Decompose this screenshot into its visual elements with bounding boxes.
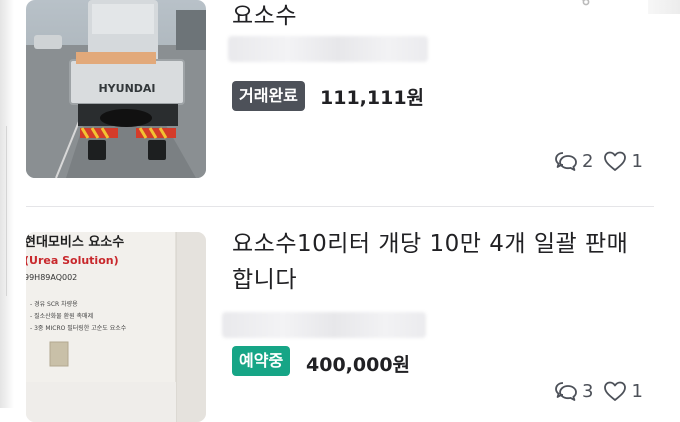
listing-title[interactable]: 요소수 bbox=[232, 0, 297, 34]
truck-photo-icon: HYUNDAI bbox=[26, 0, 206, 178]
like-count: 1 bbox=[631, 150, 643, 172]
chat-count: 3 bbox=[582, 380, 594, 402]
listing-price: 111,111원 bbox=[320, 87, 425, 109]
listing-thumbnail[interactable]: 현대모비스 요소수 (Urea Solution) 99H89AQ002 - 경… bbox=[26, 232, 206, 422]
status-badge: 예약중 bbox=[232, 346, 291, 376]
listing-stats: 2 1 bbox=[554, 150, 653, 172]
list-item[interactable]: HYUNDAI 요소수 거래완료 111,111원 2 1 bbox=[0, 0, 680, 200]
listing-price: 400,000원 bbox=[306, 354, 411, 376]
heart-icon[interactable] bbox=[603, 150, 627, 172]
svg-text:- 질소산화물 환원 촉매제: - 질소산화물 환원 촉매제 bbox=[30, 312, 93, 320]
svg-text:- 3중 MICRO 필터링한 고순도 요소수: - 3중 MICRO 필터링한 고순도 요소수 bbox=[30, 324, 127, 332]
chat-bubble-icon bbox=[555, 152, 577, 171]
like-count: 1 bbox=[631, 380, 643, 402]
list-divider bbox=[26, 206, 654, 207]
svg-text:- 경유 SCR 차량용: - 경유 SCR 차량용 bbox=[30, 300, 78, 308]
blurred-location-text bbox=[228, 36, 428, 62]
product-box-photo-icon: 현대모비스 요소수 (Urea Solution) 99H89AQ002 - 경… bbox=[26, 232, 206, 422]
chat-bubble-icon bbox=[555, 382, 577, 401]
listing-thumbnail[interactable]: HYUNDAI bbox=[26, 0, 206, 178]
svg-text:(Urea Solution): (Urea Solution) bbox=[26, 254, 119, 267]
svg-text:99H89AQ002: 99H89AQ002 bbox=[26, 273, 77, 282]
chat-count: 2 bbox=[582, 150, 594, 172]
listing-stats: 3 1 bbox=[554, 380, 653, 402]
svg-text:현대모비스 요소수: 현대모비스 요소수 bbox=[26, 234, 124, 250]
heart-icon[interactable] bbox=[603, 380, 627, 402]
list-item[interactable]: 현대모비스 요소수 (Urea Solution) 99H89AQ002 - 경… bbox=[0, 210, 680, 422]
blurred-location-text bbox=[222, 312, 426, 338]
svg-text:HYUNDAI: HYUNDAI bbox=[98, 82, 155, 95]
listing-title[interactable]: 요소수10리터 개당 10만 4개 일괄 판매 합니다 bbox=[232, 226, 662, 298]
status-badge: 거래완료 bbox=[232, 81, 305, 111]
